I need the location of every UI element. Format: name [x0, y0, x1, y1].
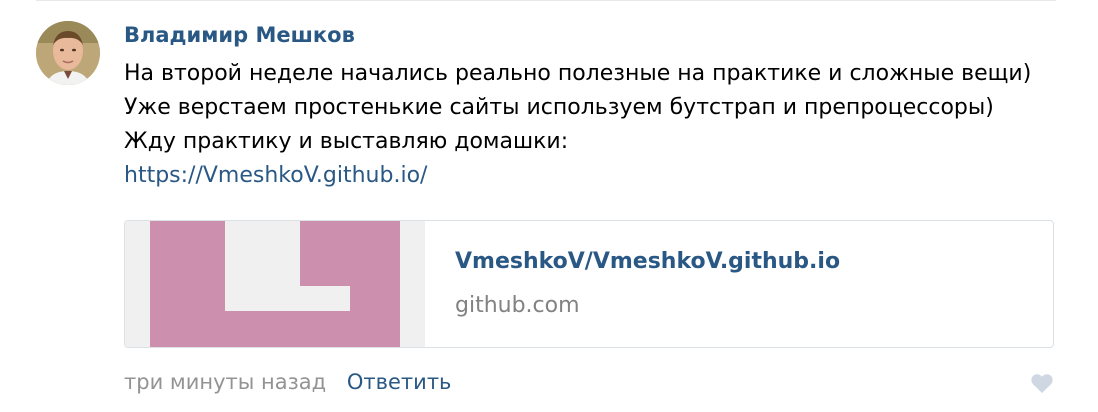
timestamp[interactable]: три минуты назад [124, 370, 326, 394]
comment-body: На второй неделе начались реально полезн… [124, 57, 1049, 193]
user-photo-icon [36, 21, 100, 85]
comment-footer: три минуты назад Ответить [124, 367, 451, 397]
link-preview-domain: github.com [455, 293, 580, 318]
link-preview-text: VmeshkoV/VmeshkoV.github.io github.com [425, 221, 840, 347]
comment-text: На второй неделе начались реально полезн… [124, 61, 1032, 154]
avatar[interactable] [36, 21, 100, 85]
link-thumbnail[interactable] [125, 221, 425, 347]
reply-button[interactable]: Ответить [347, 370, 452, 394]
top-divider [36, 0, 1056, 1]
author-name[interactable]: Владимир Мешков [124, 20, 355, 50]
comment-link[interactable]: https://VmeshkoV.github.io/ [124, 159, 1049, 193]
link-preview-title[interactable]: VmeshkoV/VmeshkoV.github.io [455, 247, 840, 277]
link-preview-card[interactable]: VmeshkoV/VmeshkoV.github.io github.com [124, 220, 1054, 348]
identicon-thumbnail-icon [125, 221, 425, 347]
heart-icon[interactable] [1030, 372, 1054, 394]
